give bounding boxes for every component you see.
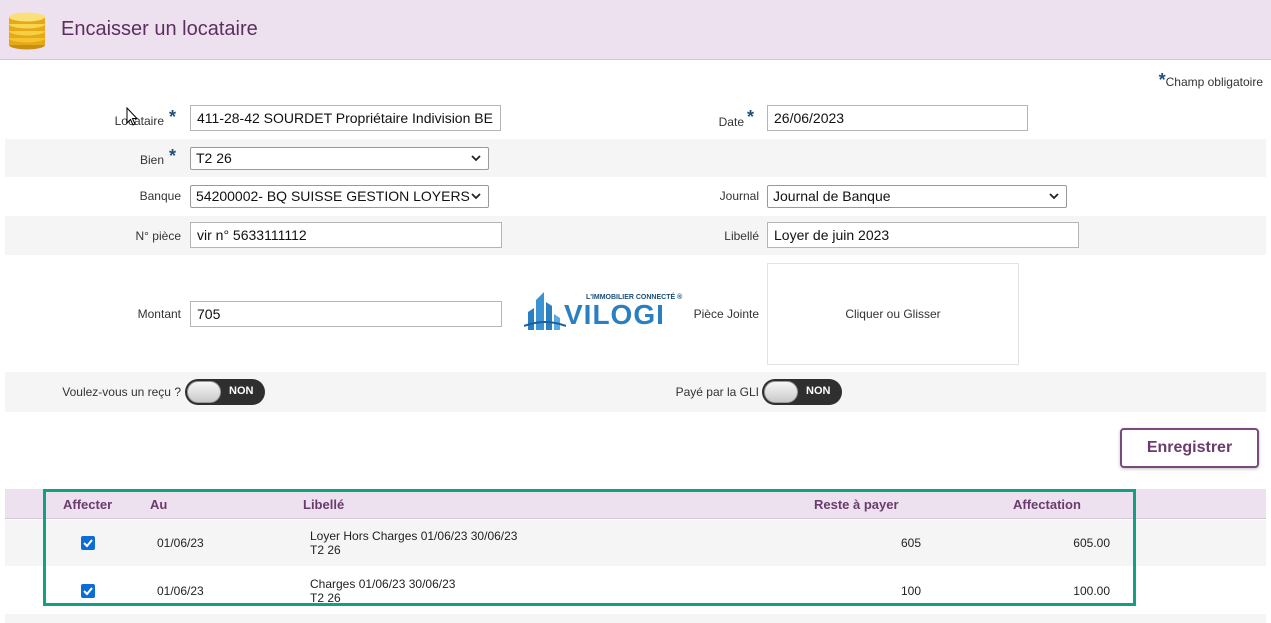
check-icon <box>83 587 93 596</box>
montant-label: Montant <box>137 307 181 321</box>
coins-icon <box>9 12 45 50</box>
row-libelle-line1: Loyer Hors Charges 01/06/23 30/06/23 <box>310 529 518 543</box>
banque-label: Banque <box>139 189 181 203</box>
bien-select-value: T2 26 <box>196 150 232 166</box>
montant-field[interactable]: 705 <box>190 301 502 327</box>
gli-toggle[interactable]: NON <box>762 379 842 405</box>
gli-label: Payé par la GLI <box>675 385 759 399</box>
chevron-down-icon <box>1049 193 1059 200</box>
piece-jointe-label: Pièce Jointe <box>693 307 759 321</box>
row-reste: 605 <box>900 536 921 550</box>
bien-required-star: * <box>169 146 177 166</box>
col-affectation: Affectation <box>1013 497 1081 512</box>
mouse-cursor-icon <box>126 107 139 126</box>
journal-select-value: Journal de Banque <box>773 188 891 204</box>
recu-label: Voulez-vous un reçu ? <box>62 385 181 399</box>
libelle-label: Libellé <box>724 229 759 243</box>
required-star: * <box>1158 70 1166 90</box>
building-logo-icon <box>524 292 566 330</box>
save-button[interactable]: Enregistrer <box>1120 428 1259 468</box>
toggle-knob <box>187 381 221 403</box>
col-au: Au <box>150 497 168 512</box>
col-libelle: Libellé <box>303 497 345 512</box>
row-libelle-line2: T2 26 <box>310 591 341 605</box>
journal-label: Journal <box>719 189 759 203</box>
bien-label: Bien <box>139 153 164 167</box>
affecter-checkbox[interactable] <box>81 584 95 598</box>
locataire-label: Locataire <box>114 114 164 128</box>
row-affectation[interactable]: 100.00 <box>1045 584 1110 598</box>
date-label: Date <box>718 115 744 129</box>
page-header: Encaisser un locataire <box>0 0 1271 60</box>
row-libelle-line1: Charges 01/06/23 30/06/23 <box>310 577 456 591</box>
libelle-field[interactable]: Loyer de juin 2023 <box>767 222 1079 248</box>
dropzone-text: Cliquer ou Glisser <box>845 307 941 321</box>
affecter-checkbox[interactable] <box>81 536 95 550</box>
vilogi-logo: L'IMMOBILIER CONNECTÉ ® VILOGI <box>524 288 684 334</box>
chevron-down-icon <box>471 155 481 162</box>
locataire-required-star: * <box>169 107 177 127</box>
row-au: 01/06/23 <box>157 584 204 598</box>
toggle-knob <box>764 381 798 403</box>
file-dropzone[interactable]: Cliquer ou Glisser <box>767 263 1019 365</box>
row-affectation[interactable]: 605.00 <box>1045 536 1110 550</box>
banque-select[interactable]: 54200002- BQ SUISSE GESTION LOYERS <box>190 185 489 208</box>
bien-select[interactable]: T2 26 <box>190 147 489 170</box>
date-required-star: * <box>747 107 755 127</box>
table-header: Affecter Au Libellé Reste à payer Affect… <box>5 489 1266 519</box>
banque-select-value: 54200002- BQ SUISSE GESTION LOYERS <box>196 188 470 204</box>
chevron-down-icon <box>471 193 481 200</box>
recu-toggle-text: NON <box>229 385 254 397</box>
locataire-field[interactable]: 411-28-42 SOURDET Propriétaire Indivisio… <box>190 105 501 131</box>
logo-name: VILOGI <box>564 299 665 330</box>
col-affecter: Affecter <box>63 497 113 512</box>
date-field[interactable]: 26/06/2023 <box>767 105 1028 131</box>
num-piece-field[interactable]: vir n° 5633111112 <box>190 222 502 248</box>
row-au: 01/06/23 <box>157 536 204 550</box>
row-reste: 100 <box>900 584 921 598</box>
col-reste: Reste à payer <box>814 497 899 512</box>
row-libelle-line2: T2 26 <box>310 543 341 557</box>
recu-toggle[interactable]: NON <box>185 379 265 405</box>
num-piece-label: N° pièce <box>135 229 182 243</box>
check-icon <box>83 539 93 548</box>
table-row-partial <box>5 614 1266 623</box>
journal-select[interactable]: Journal de Banque <box>767 185 1067 208</box>
table-row: 01/06/23 Charges 01/06/23 30/06/23 T2 26… <box>5 566 1266 614</box>
page-title: Encaisser un locataire <box>61 18 258 40</box>
table-row: 01/06/23 Loyer Hors Charges 01/06/23 30/… <box>5 520 1266 566</box>
required-note: *Champ obligatoire <box>1159 70 1263 91</box>
required-note-text: Champ obligatoire <box>1165 75 1263 89</box>
gli-toggle-text: NON <box>806 385 831 397</box>
